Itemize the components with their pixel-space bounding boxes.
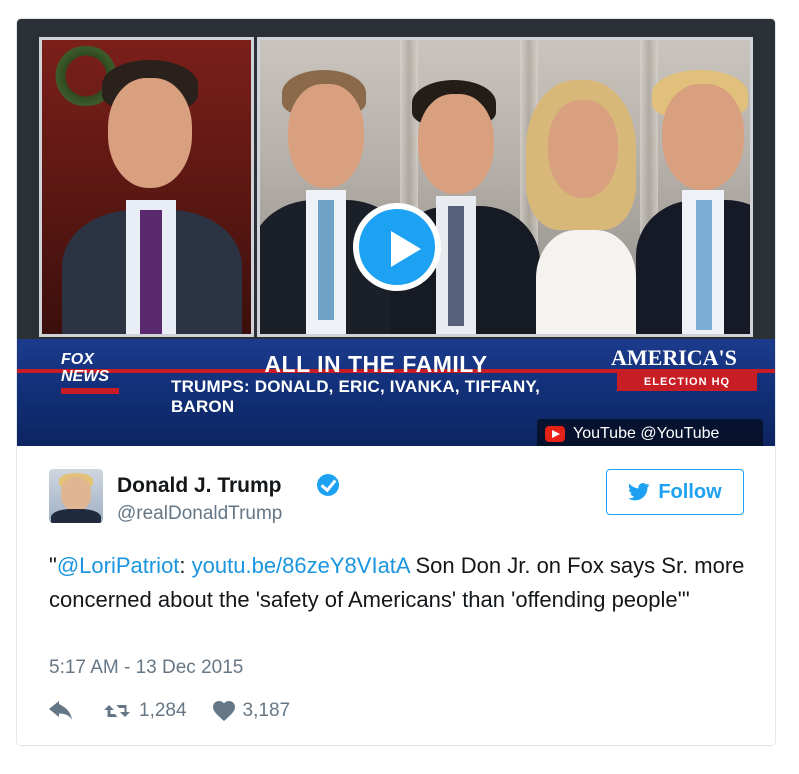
reply-button[interactable] — [49, 701, 73, 721]
banner-subhead: TRUMPS: DONALD, ERIC, IVANKA, TIFFANY, B… — [171, 377, 541, 416]
video-inset-frame — [39, 37, 254, 337]
banner-headline: ALL IN THE FAMILY — [264, 351, 488, 377]
verified-badge-icon — [317, 474, 339, 496]
twitter-bird-icon — [628, 483, 650, 501]
follow-button[interactable]: Follow — [606, 469, 744, 515]
program-subtitle: ELECTION HQ — [617, 373, 757, 391]
tweet-actions: 1,284 3,187 — [49, 699, 290, 723]
logo-line-2: NEWS — [61, 368, 109, 385]
logo-line-1: FOX — [61, 351, 94, 368]
heart-icon — [212, 701, 235, 721]
author-name[interactable]: Donald J. Trump — [117, 474, 282, 498]
youtube-icon — [545, 426, 565, 442]
youtube-link[interactable]: YouTube @YouTube — [537, 419, 763, 446]
youtube-badge-label: YouTube @YouTube — [573, 425, 720, 442]
tweet-timestamp[interactable]: 5:17 AM - 13 Dec 2015 — [49, 657, 243, 679]
video-url-link[interactable]: youtu.be/86zeY8VIatA — [192, 553, 410, 578]
retweet-button[interactable]: 1,284 — [103, 700, 187, 722]
avatar[interactable] — [49, 469, 103, 523]
video-scene-frame — [257, 37, 753, 337]
news-banner: FOX NEWS channel ALL IN THE FAMILY TRUMP… — [17, 339, 775, 446]
fox-news-logo: FOX NEWS channel — [61, 351, 119, 401]
retweet-count: 1,284 — [139, 700, 187, 721]
reply-icon — [49, 701, 73, 721]
mention-colon: : — [179, 553, 192, 578]
mention-link[interactable]: @LoriPatriot — [57, 553, 180, 578]
video-preview[interactable]: FOX NEWS channel ALL IN THE FAMILY TRUMP… — [17, 19, 775, 446]
play-button[interactable] — [353, 203, 441, 291]
author-handle[interactable]: @realDonaldTrump — [117, 503, 282, 525]
tweet-card: FOX NEWS channel ALL IN THE FAMILY TRUMP… — [16, 18, 776, 746]
like-count: 3,187 — [242, 700, 291, 721]
follow-label: Follow — [658, 480, 722, 503]
like-button[interactable]: 3,187 — [212, 700, 291, 722]
retweet-icon — [103, 701, 131, 721]
logo-line-3: channel — [61, 388, 119, 394]
tweet-text: "@LoriPatriot: youtu.be/86zeY8VIatA Son … — [49, 549, 749, 617]
quote-open: " — [49, 553, 57, 578]
program-title: AMERICA'S — [611, 345, 737, 370]
